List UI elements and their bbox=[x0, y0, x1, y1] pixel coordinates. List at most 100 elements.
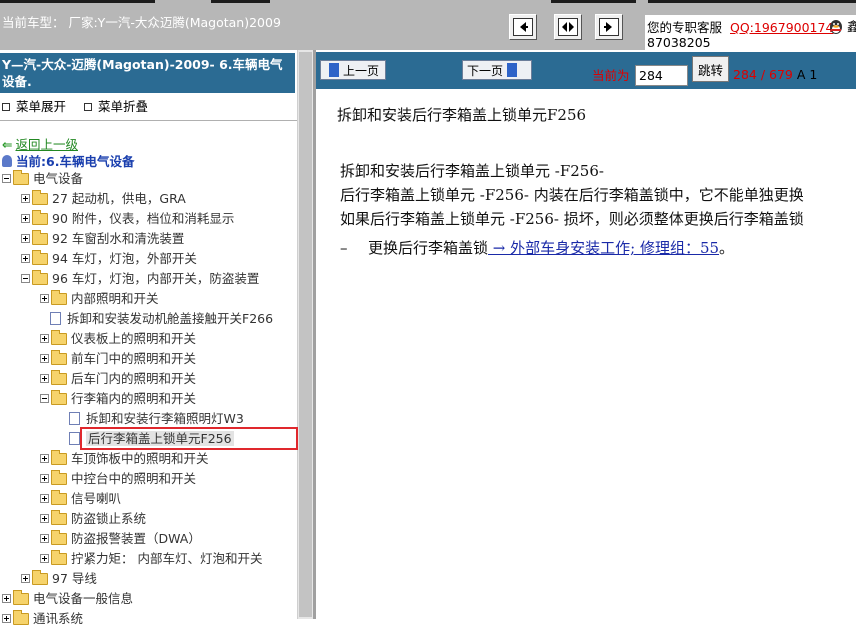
tree-item-label: 仪表板上的照明和开关 bbox=[71, 331, 197, 346]
cross-reference-link[interactable]: → 外部车身安装工作; 修理组：55 bbox=[488, 239, 719, 257]
tree-item-label: 防盗锁止系统 bbox=[71, 511, 147, 526]
prev-page-button[interactable]: 上一页 bbox=[320, 60, 386, 80]
selection-highlight bbox=[80, 427, 298, 450]
tree-folder-item[interactable]: 前车门中的照明和开关 bbox=[40, 349, 196, 369]
collapse-all-button[interactable]: 菜单折叠 bbox=[84, 99, 148, 114]
expand-plus-icon[interactable] bbox=[40, 494, 49, 503]
toggle-section-button[interactable] bbox=[554, 14, 582, 40]
tab-strip bbox=[0, 0, 155, 3]
folder-icon bbox=[51, 450, 67, 465]
document-icon bbox=[69, 412, 80, 425]
tree-folder-item[interactable]: 通讯系统 bbox=[2, 609, 83, 629]
tree-folder-item[interactable]: 94 车灯，灯泡，外部开关 bbox=[21, 249, 197, 269]
tree-item-label: 拆卸和安装行李箱照明灯W3 bbox=[86, 411, 244, 426]
tree-folder-item[interactable]: 防盗报警装置（DWA） bbox=[40, 529, 201, 549]
support-panel: 您的专职客服 QQ:1967900174 鑫 87038205 bbox=[645, 15, 856, 50]
tree-folder-item[interactable]: 90 附件，仪表，档位和消耗显示 bbox=[21, 209, 234, 229]
support-qq-link[interactable]: QQ:1967900174 bbox=[730, 20, 833, 36]
jump-button[interactable]: 跳转 bbox=[692, 56, 729, 82]
expand-plus-icon[interactable] bbox=[21, 214, 30, 223]
tree-folder-item[interactable]: 信号喇叭 bbox=[40, 489, 121, 509]
folder-icon bbox=[32, 250, 48, 265]
expand-plus-icon[interactable] bbox=[40, 554, 49, 563]
folder-icon bbox=[51, 550, 67, 565]
expand-all-label: 菜单展开 bbox=[16, 99, 67, 114]
next-page-button[interactable]: 下一页 bbox=[462, 60, 532, 80]
tab-strip bbox=[551, 0, 636, 3]
divider bbox=[0, 120, 297, 121]
arrow-icon bbox=[604, 22, 612, 32]
folder-icon bbox=[32, 190, 48, 205]
tree-folder-item[interactable]: 27 起动机，供电，GRA bbox=[21, 189, 186, 209]
tree-item-label: 拆卸和安装发动机舱盖接触开关F266 bbox=[67, 311, 274, 326]
expand-plus-icon[interactable] bbox=[40, 514, 49, 523]
next-section-button[interactable] bbox=[595, 14, 623, 40]
tree-item-label: 前车门中的照明和开关 bbox=[71, 351, 197, 366]
expand-plus-icon[interactable] bbox=[40, 354, 49, 363]
support-label: 您的专职客服 bbox=[647, 20, 723, 35]
expand-plus-icon[interactable] bbox=[2, 594, 11, 603]
nav-scrollbar[interactable] bbox=[297, 50, 313, 619]
expand-plus-icon[interactable] bbox=[40, 454, 49, 463]
expand-plus-icon[interactable] bbox=[21, 194, 30, 203]
paragraph: 后行李箱盖上锁单元 -F256- 内装在后行李箱盖锁中，它不能单独更换 bbox=[340, 186, 804, 204]
folder-icon bbox=[51, 530, 67, 545]
page-number-input[interactable] bbox=[635, 65, 688, 86]
step-text: 更换后行李箱盖锁 bbox=[368, 239, 489, 257]
page-suffix: A 1 bbox=[796, 67, 818, 82]
folder-icon bbox=[51, 390, 67, 405]
tree-folder-item[interactable]: 后车门内的照明和开关 bbox=[40, 369, 196, 389]
menu-tools: 菜单展开 菜单折叠 bbox=[2, 96, 162, 115]
document-icon bbox=[50, 312, 61, 325]
tree-folder-item[interactable]: 97 导线 bbox=[21, 569, 97, 589]
tree-folder-item[interactable]: 拧紧力矩： 内部车灯、灯泡和开关 bbox=[40, 549, 262, 569]
collapse-icon bbox=[84, 103, 92, 111]
tab-strip bbox=[648, 0, 856, 3]
tree-folder-item[interactable]: 仪表板上的照明和开关 bbox=[40, 329, 196, 349]
expand-plus-icon[interactable] bbox=[40, 294, 49, 303]
tree-folder-item[interactable]: 车顶饰板中的照明和开关 bbox=[40, 449, 209, 469]
expand-icon bbox=[2, 103, 10, 111]
tree-item-label: 电气设备一般信息 bbox=[33, 591, 134, 606]
qq-penguin-icon bbox=[830, 20, 842, 34]
expand-plus-icon[interactable] bbox=[21, 254, 30, 263]
tree-item-label: 97 导线 bbox=[52, 571, 97, 586]
expand-plus-icon[interactable] bbox=[40, 374, 49, 383]
tree-folder-item[interactable]: 电气设备一般信息 bbox=[2, 589, 133, 609]
expand-plus-icon[interactable] bbox=[21, 234, 30, 243]
tree-folder-item[interactable]: 行李箱内的照明和开关 bbox=[40, 389, 196, 409]
current-location: 当前:6.车辆电气设备 bbox=[2, 151, 134, 170]
tree-item-label: 后车门内的照明和开关 bbox=[71, 371, 197, 386]
expand-plus-icon[interactable] bbox=[40, 474, 49, 483]
folder-icon bbox=[32, 210, 48, 225]
collapse-minus-icon[interactable] bbox=[40, 394, 49, 403]
tree-document-item[interactable]: 拆卸和安装行李箱照明灯W3 bbox=[59, 409, 244, 429]
expand-all-button[interactable]: 菜单展开 bbox=[2, 99, 66, 114]
collapse-minus-icon[interactable] bbox=[21, 274, 30, 283]
tree-folder-item[interactable]: 内部照明和开关 bbox=[40, 289, 159, 309]
tree-folder-item[interactable]: 96 车灯，灯泡，内部开关，防盗装置 bbox=[21, 269, 259, 289]
tree-folder-item[interactable]: 中控台中的照明和开关 bbox=[40, 469, 196, 489]
tree-item-label: 27 起动机，供电，GRA bbox=[52, 191, 186, 206]
tree-document-item[interactable]: 拆卸和安装发动机舱盖接触开关F266 bbox=[40, 309, 273, 329]
document-icon bbox=[69, 432, 80, 445]
page-label: 当前为 bbox=[592, 68, 630, 83]
expand-plus-icon[interactable] bbox=[40, 534, 49, 543]
tree-item-label: 拧紧力矩： 内部车灯、灯泡和开关 bbox=[71, 551, 263, 566]
prev-page-label: 上一页 bbox=[343, 63, 380, 78]
expand-plus-icon[interactable] bbox=[40, 334, 49, 343]
step-bullet: – bbox=[340, 239, 348, 257]
document-title: 拆卸和安装后行李箱盖上锁单元F256 bbox=[337, 106, 587, 124]
collapse-minus-icon[interactable] bbox=[2, 174, 11, 183]
back-link-label: 返回上一级 bbox=[15, 137, 78, 152]
paragraph: 如果后行李箱盖上锁单元 -F256- 损坏，则必须整体更换后行李箱盖锁 bbox=[340, 210, 804, 228]
prev-section-button[interactable] bbox=[509, 14, 537, 40]
tree-folder-item[interactable]: 92 车窗刮水和清洗装置 bbox=[21, 229, 184, 249]
scrollbar-thumb[interactable] bbox=[299, 52, 312, 617]
expand-plus-icon[interactable] bbox=[21, 574, 30, 583]
location-pin-icon bbox=[2, 155, 12, 167]
tree-folder-item[interactable]: 防盗锁止系统 bbox=[40, 509, 146, 529]
tree-item-label: 内部照明和开关 bbox=[71, 291, 159, 306]
tree-folder-item[interactable]: 电气设备 bbox=[2, 169, 83, 189]
document-content: 拆卸和安装后行李箱盖上锁单元F256 拆卸和安装后行李箱盖上锁单元 -F256-… bbox=[316, 89, 856, 619]
